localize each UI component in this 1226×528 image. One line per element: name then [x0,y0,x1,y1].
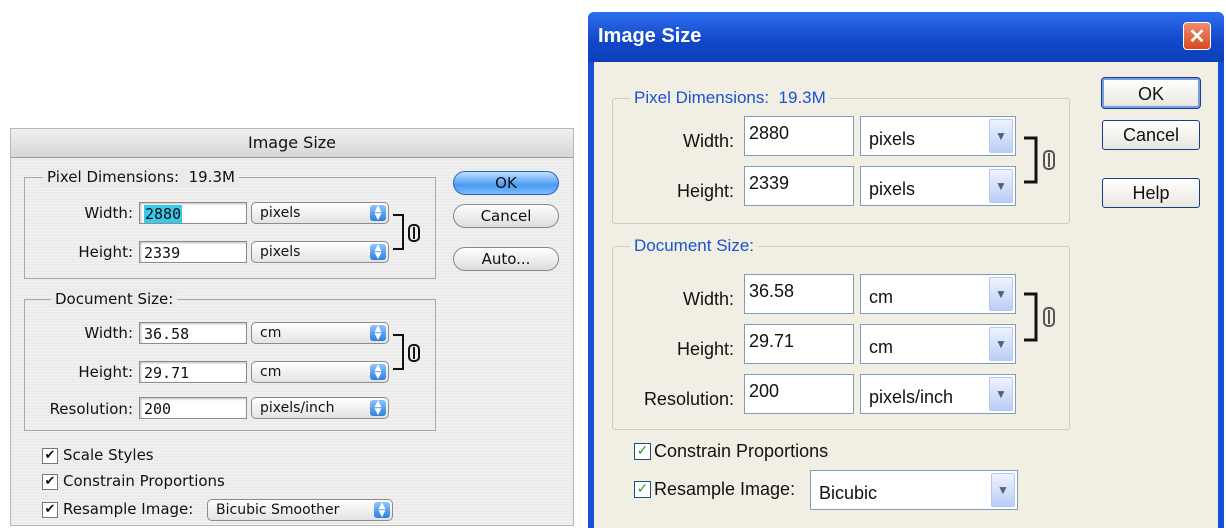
win-resolution-label: Resolution: [643,389,734,409]
mac-dialog-title: Image Size [11,129,573,158]
win-resample-method-select[interactable]: Bicubic ▼ [810,470,1018,510]
win-dialog-title: Image Size [598,25,702,47]
win-pixel-width-unit-select[interactable]: pixels ▼ [860,116,1016,156]
mac-pixel-width-unit-select[interactable]: pixels ▲ ▼ [251,202,389,224]
mac-resolution-unit: pixels/inch [260,400,335,416]
mac-pixel-height-label: Height: [78,243,133,261]
mac-doc-height-input[interactable]: 29.71 [139,361,247,383]
updown-arrow-icon: ▲ ▼ [370,364,386,381]
chevron-down-icon: ▼ [989,327,1013,361]
mac-resample-label: Resample Image: [63,500,194,518]
mac-doc-width-input[interactable]: 36.58 [139,322,247,344]
win-resample-label: Resample Image: [654,479,796,499]
mac-pixel-width-input[interactable]: 2880 [139,202,247,224]
mac-resolution-label: Resolution: [49,400,133,418]
mac-document-size-legend: Document Size: [51,290,178,308]
win-resample-checkbox[interactable]: ✓ [634,481,651,498]
chevron-down-icon: ▼ [989,277,1013,311]
win-image-size-dialog: Image Size ✕ Pixel Dimensions: 19.3M Wid… [588,12,1224,528]
mac-doc-link-bracket-icon [393,334,420,370]
mac-constrain-label: Constrain Proportions [63,472,225,490]
mac-scale-styles-checkbox[interactable]: ✔ [42,448,58,464]
mac-pixel-dimensions-group [24,177,436,279]
win-pixel-link-bracket-icon [1024,136,1055,184]
mac-resample-method-select[interactable]: Bicubic Smoother ▲ ▼ [207,499,393,521]
chevron-down-icon: ▼ [991,473,1015,507]
win-resolution-unit-select[interactable]: pixels/inch ▼ [860,374,1016,414]
win-pixel-width-unit: pixels [869,129,916,149]
chevron-down-icon: ▼ [989,169,1013,203]
updown-arrow-icon: ▲ ▼ [374,502,390,519]
mac-pixel-dimensions-legend: Pixel Dimensions: 19.3M [43,168,239,186]
win-doc-link-bracket-icon [1024,292,1055,342]
win-doc-width-input[interactable]: 36.58 [744,274,854,314]
mac-resample-method: Bicubic Smoother [216,502,340,518]
chevron-down-icon: ▼ [989,377,1013,411]
mac-auto-button[interactable]: Auto... [453,247,559,271]
mac-pixel-height-input[interactable]: 2339 [139,241,247,263]
win-titlebar: Image Size ✕ [588,12,1224,62]
updown-arrow-icon: ▲ ▼ [370,244,386,261]
win-document-size-legend: Document Size: [630,236,758,256]
win-doc-height-unit-select[interactable]: cm ▼ [860,324,1016,364]
mac-constrain-checkbox[interactable]: ✔ [42,474,58,490]
mac-ok-button[interactable]: OK [453,171,559,195]
win-doc-height-label: Height: [676,339,734,359]
win-pixel-width-label: Width: [682,131,734,151]
win-ok-button[interactable]: OK [1101,77,1201,109]
win-constrain-label: Constrain Proportions [654,441,829,461]
mac-resample-checkbox[interactable]: ✔ [42,502,58,518]
mac-pixel-width-value: 2880 [144,205,183,223]
win-doc-width-unit-select[interactable]: cm ▼ [860,274,1016,314]
mac-resolution-unit-select[interactable]: pixels/inch ▲ ▼ [251,397,389,419]
win-doc-width-unit: cm [869,287,893,307]
mac-cancel-button[interactable]: Cancel [453,204,559,228]
win-pixel-height-input[interactable]: 2339 [744,166,854,206]
mac-doc-width-label: Width: [84,324,133,342]
win-dialog-body: Pixel Dimensions: 19.3M Width: 2880 pixe… [594,62,1218,528]
win-doc-height-input[interactable]: 29.71 [744,324,854,364]
mac-pixel-height-unit: pixels [260,244,301,260]
win-resolution-unit: pixels/inch [869,387,954,407]
updown-arrow-icon: ▲ ▼ [370,400,386,417]
mac-doc-height-unit: cm [260,364,282,380]
win-constrain-checkbox[interactable]: ✓ [634,443,651,460]
mac-pixel-height-unit-select[interactable]: pixels ▲ ▼ [251,241,389,263]
mac-scale-styles-label: Scale Styles [63,446,154,464]
win-doc-width-label: Width: [682,289,734,309]
win-doc-height-unit: cm [869,337,893,357]
mac-resolution-input[interactable]: 200 [139,397,247,419]
updown-arrow-icon: ▲ ▼ [370,325,386,342]
mac-doc-width-unit-select[interactable]: cm ▲ ▼ [251,322,389,344]
mac-doc-height-label: Height: [78,363,133,381]
mac-pixel-width-label: Width: [84,204,133,222]
win-pixel-dimensions-legend: Pixel Dimensions: 19.3M [630,88,830,108]
win-pixel-height-unit: pixels [869,179,916,199]
chevron-down-icon: ▼ [989,119,1013,153]
win-help-button[interactable]: Help [1102,178,1200,208]
mac-pixel-link-bracket-icon [393,214,420,250]
close-icon[interactable]: ✕ [1183,22,1211,50]
mac-doc-height-unit-select[interactable]: cm ▲ ▼ [251,361,389,383]
mac-pixel-width-unit: pixels [260,205,301,221]
win-pixel-width-input[interactable]: 2880 [744,116,854,156]
win-pixel-height-label: Height: [676,181,734,201]
win-resample-method: Bicubic [819,483,878,503]
win-pixel-height-unit-select[interactable]: pixels ▼ [860,166,1016,206]
win-cancel-button[interactable]: Cancel [1102,120,1200,150]
mac-image-size-dialog: Image Size Pixel Dimensions: 19.3M Width… [10,128,574,526]
mac-doc-width-unit: cm [260,325,282,341]
win-resolution-input[interactable]: 200 [744,374,854,414]
updown-arrow-icon: ▲ ▼ [370,205,386,222]
